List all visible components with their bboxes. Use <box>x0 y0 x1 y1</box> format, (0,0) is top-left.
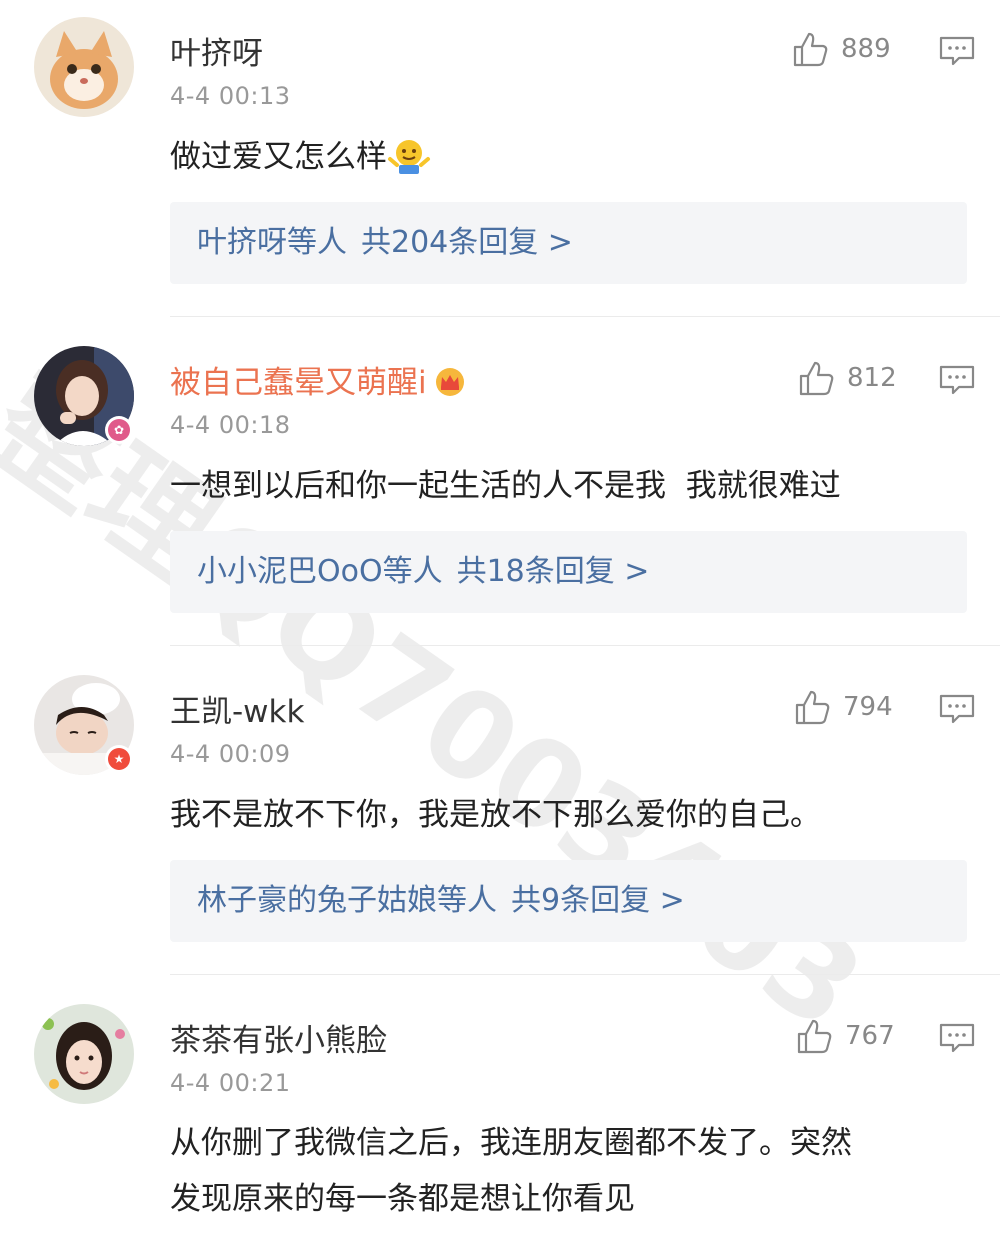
watermark: 整理QQ7003403 <box>0 353 886 1058</box>
comment-text: 做过爱又怎么样 <box>170 132 970 182</box>
like-button[interactable]: 812 <box>797 359 897 397</box>
comment-text: 一想到以后和你一起生活的人不是我 我就很难过 <box>170 468 841 504</box>
like-count: 889 <box>841 34 891 64</box>
vip-crown-icon <box>433 367 467 397</box>
timestamp: 4-4 00:13 <box>170 82 291 110</box>
star-icon: ★ <box>108 748 130 770</box>
thumbs-up-icon <box>793 32 828 67</box>
timestamp: 4-4 00:09 <box>170 740 291 768</box>
comment-icon[interactable] <box>939 35 975 67</box>
avatar[interactable] <box>34 1004 134 1104</box>
comment-text: 我不是放不下你，我是放不下那么爱你的自己。 <box>170 797 821 833</box>
divider <box>170 645 1000 646</box>
like-button[interactable]: 794 <box>793 688 893 726</box>
like-count: 812 <box>847 363 897 393</box>
thumbs-up-icon <box>797 1019 832 1054</box>
username[interactable]: 叶挤呀 <box>170 28 263 73</box>
reply-names: 小小泥巴OoO等人 <box>197 554 443 589</box>
like-button[interactable]: 767 <box>795 1017 895 1055</box>
like-button[interactable]: 889 <box>791 30 891 68</box>
avatar[interactable] <box>34 17 134 117</box>
reply-summary-link[interactable]: 小小泥巴OoO等人 共18条回复 > <box>170 531 967 613</box>
comment-text-line: 发现原来的每一条都是想让你看见 <box>170 1181 635 1217</box>
comment-text: 从你删了我微信之后，我连朋友圈都不发了。突然 发现原来的每一条都是想让你看见 <box>170 1115 970 1227</box>
reply-summary-link[interactable]: 林子豪的兔子姑娘等人 共9条回复 > <box>170 860 967 942</box>
reply-total: 共18条回复 > <box>456 554 650 589</box>
reply-total: 共204条回复 > <box>361 225 573 260</box>
shrug-emoji-icon <box>387 135 431 175</box>
comment-icon[interactable] <box>939 364 975 396</box>
username[interactable]: 王凯-wkk <box>170 686 304 731</box>
reply-names: 叶挤呀等人 <box>197 225 347 260</box>
verified-badge: ★ <box>105 745 133 773</box>
timestamp: 4-4 00:18 <box>170 411 291 439</box>
comment-icon[interactable] <box>939 693 975 725</box>
username[interactable]: 茶茶有张小熊脸 <box>170 1015 387 1060</box>
thumbs-up-icon <box>795 690 830 725</box>
comment-icon[interactable] <box>939 1022 975 1054</box>
thumbs-up-icon <box>799 361 834 396</box>
comment-text-line: 从你删了我微信之后，我连朋友圈都不发了。突然 <box>170 1125 852 1161</box>
divider <box>170 974 1000 975</box>
timestamp: 4-4 00:21 <box>170 1069 291 1097</box>
comment-text-content: 做过爱又怎么样 <box>170 139 387 175</box>
vip-bunny-icon: ✿ <box>108 419 130 441</box>
reply-total: 共9条回复 > <box>511 883 685 918</box>
username[interactable]: 被自己蠢晕又萌醒i <box>170 357 467 402</box>
like-count: 767 <box>845 1021 895 1051</box>
like-count: 794 <box>843 692 893 722</box>
vip-badge: ✿ <box>105 416 133 444</box>
username-text: 被自己蠢晕又萌醒i <box>170 365 427 401</box>
divider <box>170 316 1000 317</box>
reply-names: 林子豪的兔子姑娘等人 <box>197 883 497 918</box>
reply-summary-link[interactable]: 叶挤呀等人 共204条回复 > <box>170 202 967 284</box>
